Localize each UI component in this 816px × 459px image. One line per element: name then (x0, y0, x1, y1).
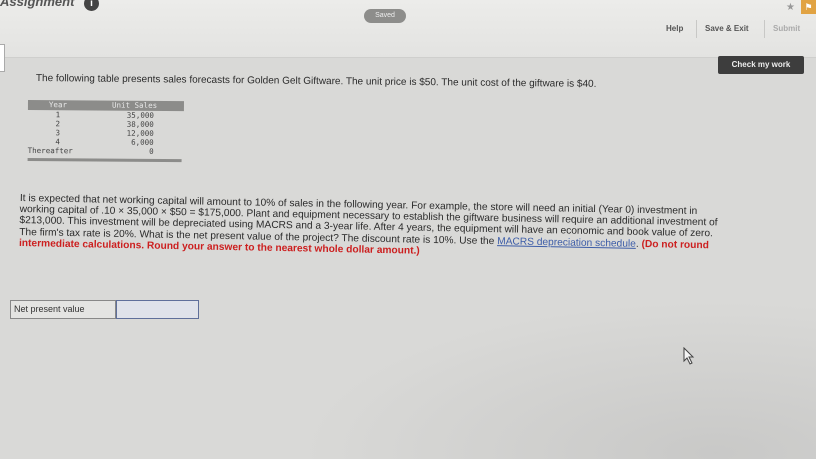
table-cell-year: 3 (55, 128, 61, 138)
screen-glare (300, 300, 816, 459)
side-panel-tab[interactable] (0, 44, 5, 72)
help-button[interactable]: Help (666, 24, 683, 33)
top-toolbar: Assignment i Saved Help Save & Exit Subm… (0, 0, 816, 58)
macrs-schedule-link[interactable]: MACRS depreciation schedule (497, 236, 636, 250)
saved-status-badge: Saved (364, 9, 406, 23)
table-cell-year: 4 (55, 137, 60, 147)
mouse-pointer-icon (683, 347, 695, 365)
table-row: Thereafter 0 (28, 146, 184, 156)
sales-forecast-table: Year Unit Sales 1 35,000 2 38,000 3 12,0… (27, 100, 184, 163)
assignment-label: Assignment (0, 0, 75, 9)
question-intro-text: The following table presents sales forec… (35, 73, 597, 90)
table-header-unit-sales: Unit Sales (111, 100, 158, 110)
check-my-work-button[interactable]: Check my work (718, 56, 804, 74)
toolbar-divider (764, 20, 765, 38)
table-cell-sales: 0 (149, 146, 154, 156)
submit-button[interactable]: Submit (773, 24, 800, 33)
table-footer-bar (27, 157, 182, 163)
star-icon[interactable]: ★ (786, 2, 795, 13)
table-header-year: Year (48, 100, 68, 110)
table-cell-year: 2 (55, 119, 61, 129)
net-present-value-input[interactable] (116, 300, 199, 319)
save-exit-button[interactable]: Save & Exit (705, 24, 749, 33)
flag-icon[interactable]: ⚑ (801, 0, 816, 14)
table-cell-year: 1 (55, 110, 61, 120)
info-icon[interactable]: i (84, 0, 99, 11)
toolbar-divider (696, 20, 697, 38)
net-present-value-label: Net present value (10, 300, 116, 319)
table-cell-year: Thereafter (27, 145, 73, 156)
problem-statement: It is expected that net working capital … (19, 193, 730, 263)
